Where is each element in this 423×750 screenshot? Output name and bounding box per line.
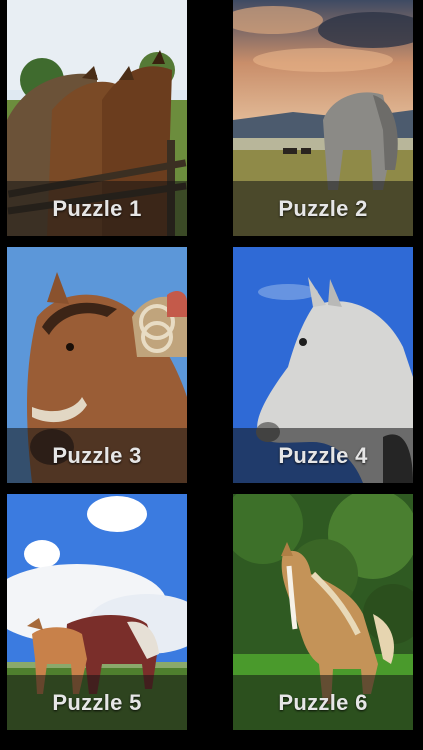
puzzle-label: Puzzle 5: [52, 689, 142, 715]
puzzle-label-bar: Puzzle 1: [7, 181, 187, 236]
puzzle-label-bar: Puzzle 2: [233, 181, 413, 236]
puzzle-tile-2[interactable]: Puzzle 2: [233, 0, 413, 236]
puzzle-label: Puzzle 6: [278, 689, 368, 715]
puzzle-label: Puzzle 4: [278, 442, 368, 468]
puzzle-tile-4[interactable]: Puzzle 4: [233, 247, 413, 483]
puzzle-label: Puzzle 2: [278, 195, 368, 221]
puzzle-label-bar: Puzzle 5: [7, 675, 187, 730]
puzzle-label-bar: Puzzle 4: [233, 428, 413, 483]
puzzle-tile-1[interactable]: Puzzle 1: [7, 0, 187, 236]
puzzle-tile-5[interactable]: Puzzle 5: [7, 494, 187, 730]
puzzle-label-bar: Puzzle 6: [233, 675, 413, 730]
puzzle-tile-3[interactable]: Puzzle 3: [7, 247, 187, 483]
puzzle-label: Puzzle 3: [52, 442, 142, 468]
puzzle-label: Puzzle 1: [52, 195, 142, 221]
puzzle-label-bar: Puzzle 3: [7, 428, 187, 483]
puzzle-tile-6[interactable]: Puzzle 6: [233, 494, 413, 730]
puzzle-grid: Puzzle 1 Puzzle 2 Puzzle 3 Puzzle 4 Puzz…: [0, 0, 423, 750]
